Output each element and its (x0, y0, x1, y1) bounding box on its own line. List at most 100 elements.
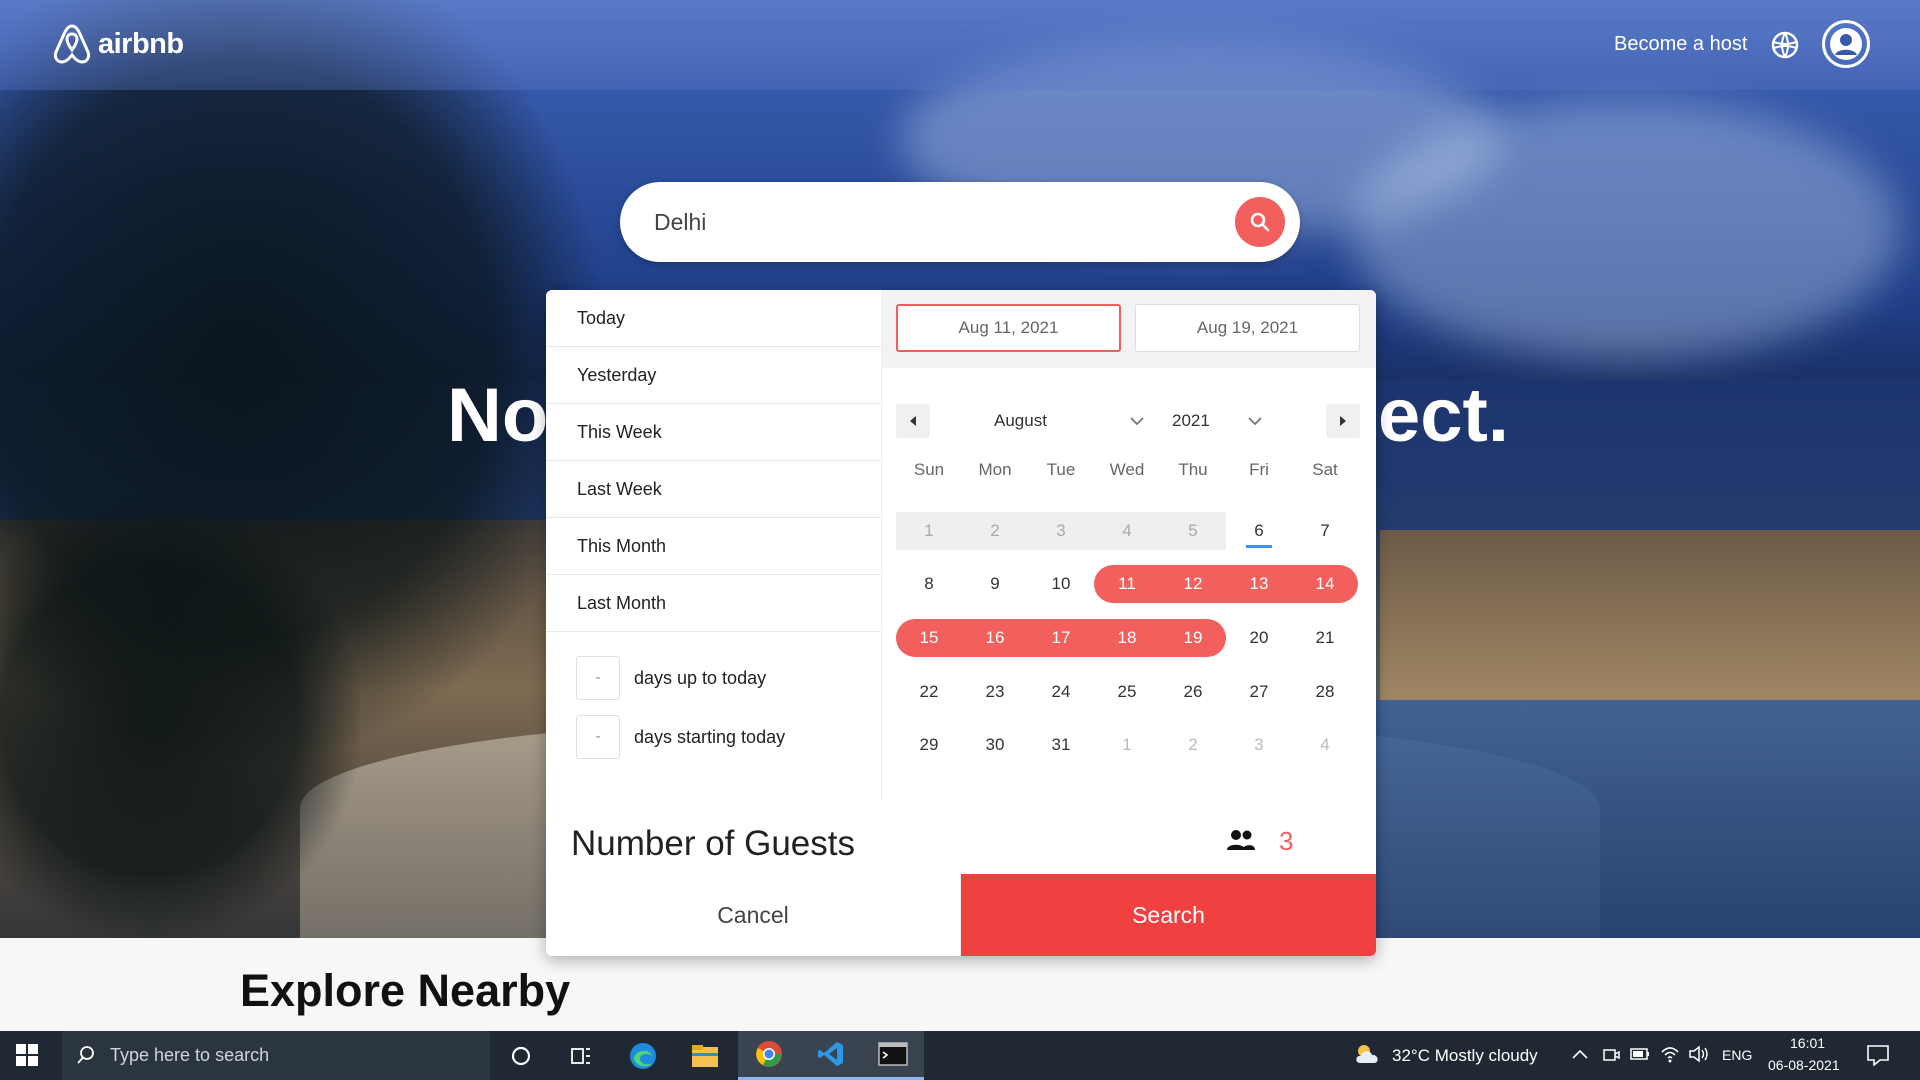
picker-actions: Cancel Search (546, 874, 1376, 956)
calendar-day[interactable]: 8 (896, 565, 962, 603)
calendar-panel: Aug 11, 2021 Aug 19, 2021 August 2021 Su… (882, 290, 1376, 802)
language-indicator[interactable]: ENG (1722, 1047, 1752, 1063)
date-range-picker: Today Yesterday This Week Last Week This… (546, 290, 1376, 956)
calendar-day-next-month[interactable]: 1 (1094, 726, 1160, 764)
meet-now-icon[interactable] (1602, 1046, 1620, 1064)
start-date-field[interactable]: Aug 11, 2021 (896, 304, 1121, 352)
calendar-day-in-range[interactable]: 17 (1028, 618, 1094, 657)
taskbar-search-placeholder: Type here to search (110, 1045, 270, 1065)
calendar-week: 29 30 31 1 2 3 4 (896, 718, 1358, 772)
calendar-day[interactable]: 29 (896, 726, 962, 764)
calendar-day[interactable]: 31 (1028, 726, 1094, 764)
notifications-icon[interactable] (1866, 1044, 1890, 1066)
user-avatar-icon (1830, 28, 1862, 60)
calendar-day-next-month[interactable]: 4 (1292, 726, 1358, 764)
range-yesterday[interactable]: Yesterday (546, 347, 881, 404)
vscode-icon[interactable] (800, 1031, 862, 1080)
edge-browser-icon[interactable] (612, 1031, 674, 1080)
calendar-day-in-range[interactable]: 18 (1094, 618, 1160, 657)
clock-date[interactable]: 06-08-2021 (1768, 1057, 1840, 1073)
range-last-week[interactable]: Last Week (546, 461, 881, 518)
calendar-day[interactable]: 7 (1292, 512, 1358, 550)
prev-month-button[interactable] (896, 404, 930, 438)
search-submit-button[interactable] (1235, 197, 1285, 247)
calendar-day[interactable]: 25 (1094, 673, 1160, 711)
range-last-month[interactable]: Last Month (546, 575, 881, 632)
end-date-field[interactable]: Aug 19, 2021 (1135, 304, 1360, 352)
weekday-label: Thu (1178, 460, 1208, 479)
days-up-to-today-row: - days up to today (576, 656, 766, 700)
range-this-week[interactable]: This Week (546, 404, 881, 461)
chevron-down-icon (1130, 416, 1144, 425)
calendar-day[interactable]: 26 (1160, 673, 1226, 711)
year-select[interactable]: 2021 (1172, 406, 1262, 436)
people-icon (1227, 830, 1255, 850)
calendar-day[interactable]: 5 (1160, 511, 1226, 550)
brand-name: airbnb (98, 27, 184, 60)
hero-shrub (0, 500, 360, 938)
calendar-day[interactable]: 24 (1028, 673, 1094, 711)
cortana-icon[interactable] (490, 1031, 552, 1080)
calendar-day-next-month[interactable]: 3 (1226, 726, 1292, 764)
calendar-day[interactable]: 4 (1094, 511, 1160, 550)
calendar-day[interactable]: 9 (962, 565, 1028, 603)
days-up-to-today-input[interactable]: - (576, 656, 620, 700)
calendar-day[interactable]: 2 (962, 511, 1028, 550)
become-host-link[interactable]: Become a host (1614, 33, 1747, 56)
globe-icon[interactable] (1770, 30, 1800, 60)
wifi-icon[interactable] (1660, 1045, 1680, 1063)
weather-text[interactable]: 32°C Mostly cloudy (1392, 1046, 1538, 1066)
calendar-day[interactable]: 28 (1292, 673, 1358, 711)
calendar-day[interactable]: 22 (896, 673, 962, 711)
weather-cloud-icon[interactable] (1354, 1043, 1382, 1065)
airbnb-logo[interactable]: airbnb (52, 22, 184, 66)
calendar-day[interactable]: 20 (1226, 619, 1292, 657)
battery-icon[interactable] (1630, 1047, 1650, 1061)
days-starting-today-label: days starting today (634, 726, 786, 747)
search-button[interactable]: Search (961, 874, 1376, 956)
clock-time[interactable]: 16:01 (1790, 1035, 1825, 1051)
windows-start-icon[interactable] (16, 1044, 38, 1066)
task-view-icon[interactable] (550, 1031, 612, 1080)
calendar-days-grid: 1 2 3 4 5 6 7 8 9 10 11 12 13 14 15 16 1… (896, 504, 1358, 772)
calendar-day[interactable]: 21 (1292, 619, 1358, 657)
hero-cloud (1350, 100, 1900, 360)
calendar-day[interactable]: 23 (962, 673, 1028, 711)
days-starting-today-input[interactable]: - (576, 715, 620, 759)
calendar-day-in-range[interactable]: 13 (1226, 565, 1292, 604)
next-month-button[interactable] (1326, 404, 1360, 438)
calendar-day[interactable]: 3 (1028, 511, 1094, 550)
calendar-day[interactable]: 27 (1226, 673, 1292, 711)
month-select[interactable]: August (994, 406, 1144, 436)
range-today[interactable]: Today (546, 290, 881, 347)
cancel-button[interactable]: Cancel (546, 874, 961, 956)
user-profile-button[interactable] (1822, 20, 1870, 68)
taskbar-search-box[interactable]: Type here to search (62, 1031, 490, 1080)
calendar-day-today[interactable]: 6 (1226, 512, 1292, 550)
guests-count-input[interactable]: 3 (1279, 826, 1293, 857)
calendar-day-in-range[interactable]: 12 (1160, 565, 1226, 604)
calendar-day[interactable]: 30 (962, 726, 1028, 764)
calendar-day-in-range[interactable]: 15 (896, 618, 962, 657)
range-this-month[interactable]: This Month (546, 518, 881, 575)
location-search-input[interactable] (654, 200, 1214, 244)
calendar-day-in-range[interactable]: 14 (1292, 565, 1358, 604)
calendar-day-in-range[interactable]: 16 (962, 618, 1028, 657)
file-explorer-icon[interactable] (674, 1031, 736, 1080)
chevron-up-icon[interactable] (1572, 1048, 1588, 1060)
calendar-week: 1 2 3 4 5 6 7 (896, 504, 1358, 558)
year-select-value: 2021 (1172, 411, 1210, 430)
calendar-day[interactable]: 10 (1028, 565, 1094, 603)
calendar-week: 22 23 24 25 26 27 28 (896, 665, 1358, 719)
search-icon (1250, 212, 1270, 232)
chrome-browser-icon[interactable] (738, 1031, 800, 1080)
calendar-day-range-start[interactable]: 11 (1094, 565, 1160, 604)
calendar-day-next-month[interactable]: 2 (1160, 726, 1226, 764)
volume-icon[interactable] (1688, 1045, 1710, 1063)
calendar-day[interactable]: 1 (896, 511, 962, 550)
explore-nearby-heading: Explore Nearby (240, 965, 571, 1016)
calendar-day-range-end[interactable]: 19 (1160, 618, 1226, 657)
weekday-label: Wed (1109, 460, 1145, 479)
terminal-icon[interactable] (862, 1031, 924, 1080)
location-search-bar (620, 182, 1300, 262)
